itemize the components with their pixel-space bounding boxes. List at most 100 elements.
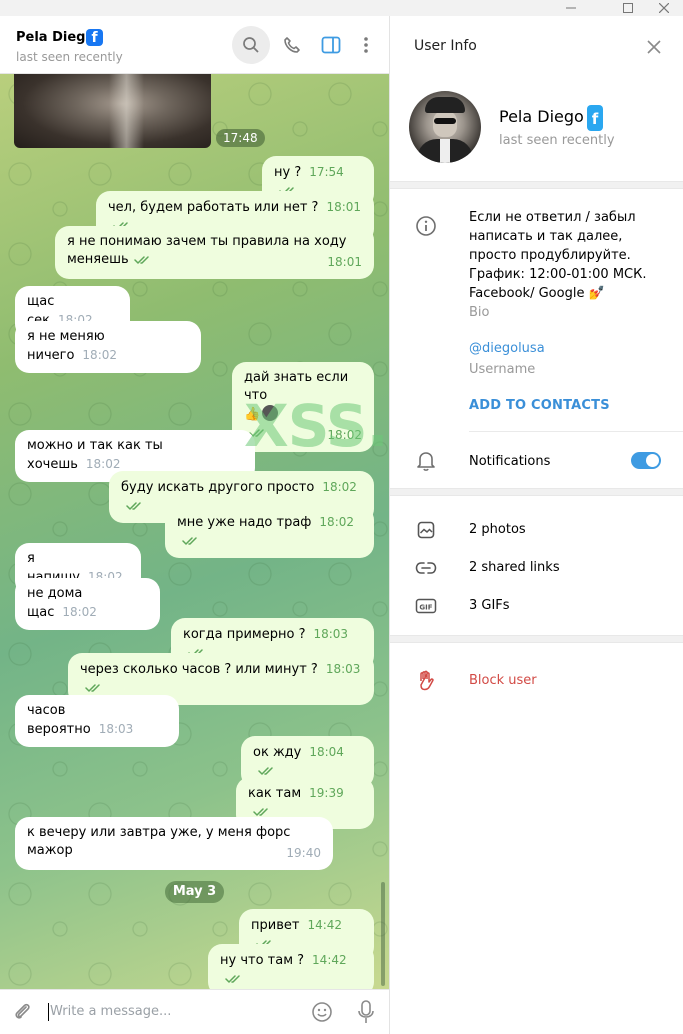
close-icon [647, 40, 661, 54]
message-text: ок жду [253, 745, 302, 760]
photo-icon [414, 518, 438, 542]
section-separator [390, 635, 683, 643]
chat-header: Pela Diego f last seen recently [0, 16, 389, 74]
message-text: часов вероятно [27, 703, 91, 737]
date-divider: May 3 [165, 881, 224, 903]
chat-history[interactable]: 17:48 ну ? 17:54 чел, будем работать или н… [0, 74, 389, 989]
add-to-contacts-button[interactable]: ADD TO CONTACTS [469, 398, 610, 413]
more-vertical-icon [364, 37, 368, 53]
minimize-icon [566, 7, 576, 9]
block-hand-icon [414, 668, 438, 692]
incoming-message[interactable]: часов вероятно 18:03 [15, 695, 179, 747]
message-time: 18:01 [327, 255, 362, 269]
outgoing-message[interactable]: я не понимаю зачем ты правила на ходу ме… [55, 226, 374, 279]
incoming-message[interactable]: не дома щас 18:02 [15, 578, 160, 630]
maximize-icon [623, 3, 633, 13]
message-text: я не понимаю зачем ты правила на ходу ме… [67, 234, 347, 267]
paperclip-icon [15, 1003, 30, 1019]
call-button[interactable] [273, 26, 311, 64]
attach-button[interactable] [12, 1002, 32, 1026]
search-button[interactable] [232, 26, 270, 64]
emoji-button[interactable] [311, 1001, 333, 1027]
message-time: 18:02 [82, 348, 118, 362]
text-caret [48, 1003, 49, 1021]
user-status: last seen recently [499, 133, 615, 148]
more-menu-button[interactable] [347, 26, 385, 64]
bio-label: Bio [469, 305, 490, 320]
sidebar-panel-icon [321, 36, 341, 54]
message-text: когда примерно ? [183, 627, 306, 642]
message-text: ну что там ? [220, 953, 305, 968]
bio-text: Если не ответил / забыл написать и так д… [469, 210, 647, 301]
message-time: 18:03 [313, 627, 349, 641]
toggle-info-panel-button[interactable] [312, 26, 350, 64]
message-text: привет [251, 918, 300, 933]
photo-message[interactable] [14, 74, 211, 148]
message-time: 18:03 [325, 662, 361, 676]
message-time: 18:03 [98, 722, 134, 736]
read-ticks-icon [177, 533, 200, 548]
read-ticks-icon [253, 763, 276, 778]
bell-icon [414, 449, 438, 473]
message-time: 18:04 [309, 745, 344, 759]
message-time: 14:42 [307, 918, 343, 932]
close-window-button[interactable] [651, 0, 677, 16]
message-time: 18:02 [85, 457, 121, 471]
message-text: к вечеру или завтра уже, у меня форс маж… [27, 825, 291, 858]
message-time: 18:02 [319, 515, 355, 529]
facebook-badge-icon: f [86, 29, 103, 46]
username-link[interactable]: @diegolusa [469, 341, 545, 356]
smiley-icon [312, 1002, 332, 1022]
chat-scrollbar[interactable] [381, 882, 385, 986]
window-titlebar [0, 0, 683, 16]
peer-name[interactable]: Pela Diego [16, 30, 94, 45]
message-text: чел, будем работать или нет ? [108, 200, 319, 215]
message-time: 17:54 [309, 165, 344, 179]
link-icon [414, 556, 438, 580]
photo-time: 17:48 [216, 129, 265, 147]
outgoing-message[interactable]: мне уже надо траф 18:02 [165, 506, 374, 558]
shared-photos[interactable]: 2 photos [469, 522, 526, 537]
watermark: XSS.is [244, 392, 389, 460]
user-name: Pela Diego [499, 107, 584, 126]
shared-gifs[interactable]: 3 GIFs [469, 598, 510, 613]
shared-links[interactable]: 2 shared links [469, 560, 560, 575]
message-time: 19:39 [309, 786, 344, 800]
message-time: 18:02 [322, 480, 357, 494]
message-input[interactable]: Write a message... [50, 1004, 171, 1019]
read-ticks-icon [220, 971, 243, 986]
microphone-icon [358, 1000, 374, 1023]
read-ticks-icon [121, 498, 144, 513]
username-label: Username [469, 362, 536, 377]
message-time: 18:01 [326, 200, 362, 214]
message-text: как там [248, 786, 302, 801]
message-time: 18:02 [62, 605, 97, 619]
close-icon [659, 3, 669, 13]
notifications-toggle[interactable] [631, 452, 661, 469]
notifications-label: Notifications [469, 454, 551, 469]
panel-title: User Info [414, 38, 477, 54]
section-separator [390, 488, 683, 496]
phone-icon [284, 37, 300, 53]
minimize-button[interactable] [558, 0, 584, 16]
peer-status: last seen recently [16, 50, 123, 64]
info-icon [414, 214, 438, 238]
incoming-message[interactable]: я не меняю ничего 18:02 [15, 321, 201, 373]
row-divider [469, 431, 683, 432]
message-composer: Write a message... [0, 989, 389, 1034]
search-icon [243, 37, 259, 53]
avatar[interactable] [409, 91, 481, 163]
message-text: ну ? [274, 165, 302, 180]
read-ticks-icon [129, 252, 152, 267]
facebook-badge-icon: f [587, 105, 603, 131]
close-panel-button[interactable] [647, 40, 661, 58]
chat-pane: Pela Diego f last seen recently 17:48 ну… [0, 16, 389, 1034]
user-info-panel: User Info Pela Diego f last seen recentl… [390, 16, 683, 1034]
gif-icon: GIF [414, 594, 438, 618]
incoming-message[interactable]: к вечеру или завтра уже, у меня форс маж… [15, 817, 333, 870]
maximize-button[interactable] [615, 0, 641, 16]
outgoing-message[interactable]: ну что там ? 14:42 [208, 944, 374, 989]
voice-message-button[interactable] [357, 1000, 375, 1028]
block-user-button[interactable]: Block user [469, 673, 537, 688]
message-text: буду искать другого просто [121, 480, 315, 495]
